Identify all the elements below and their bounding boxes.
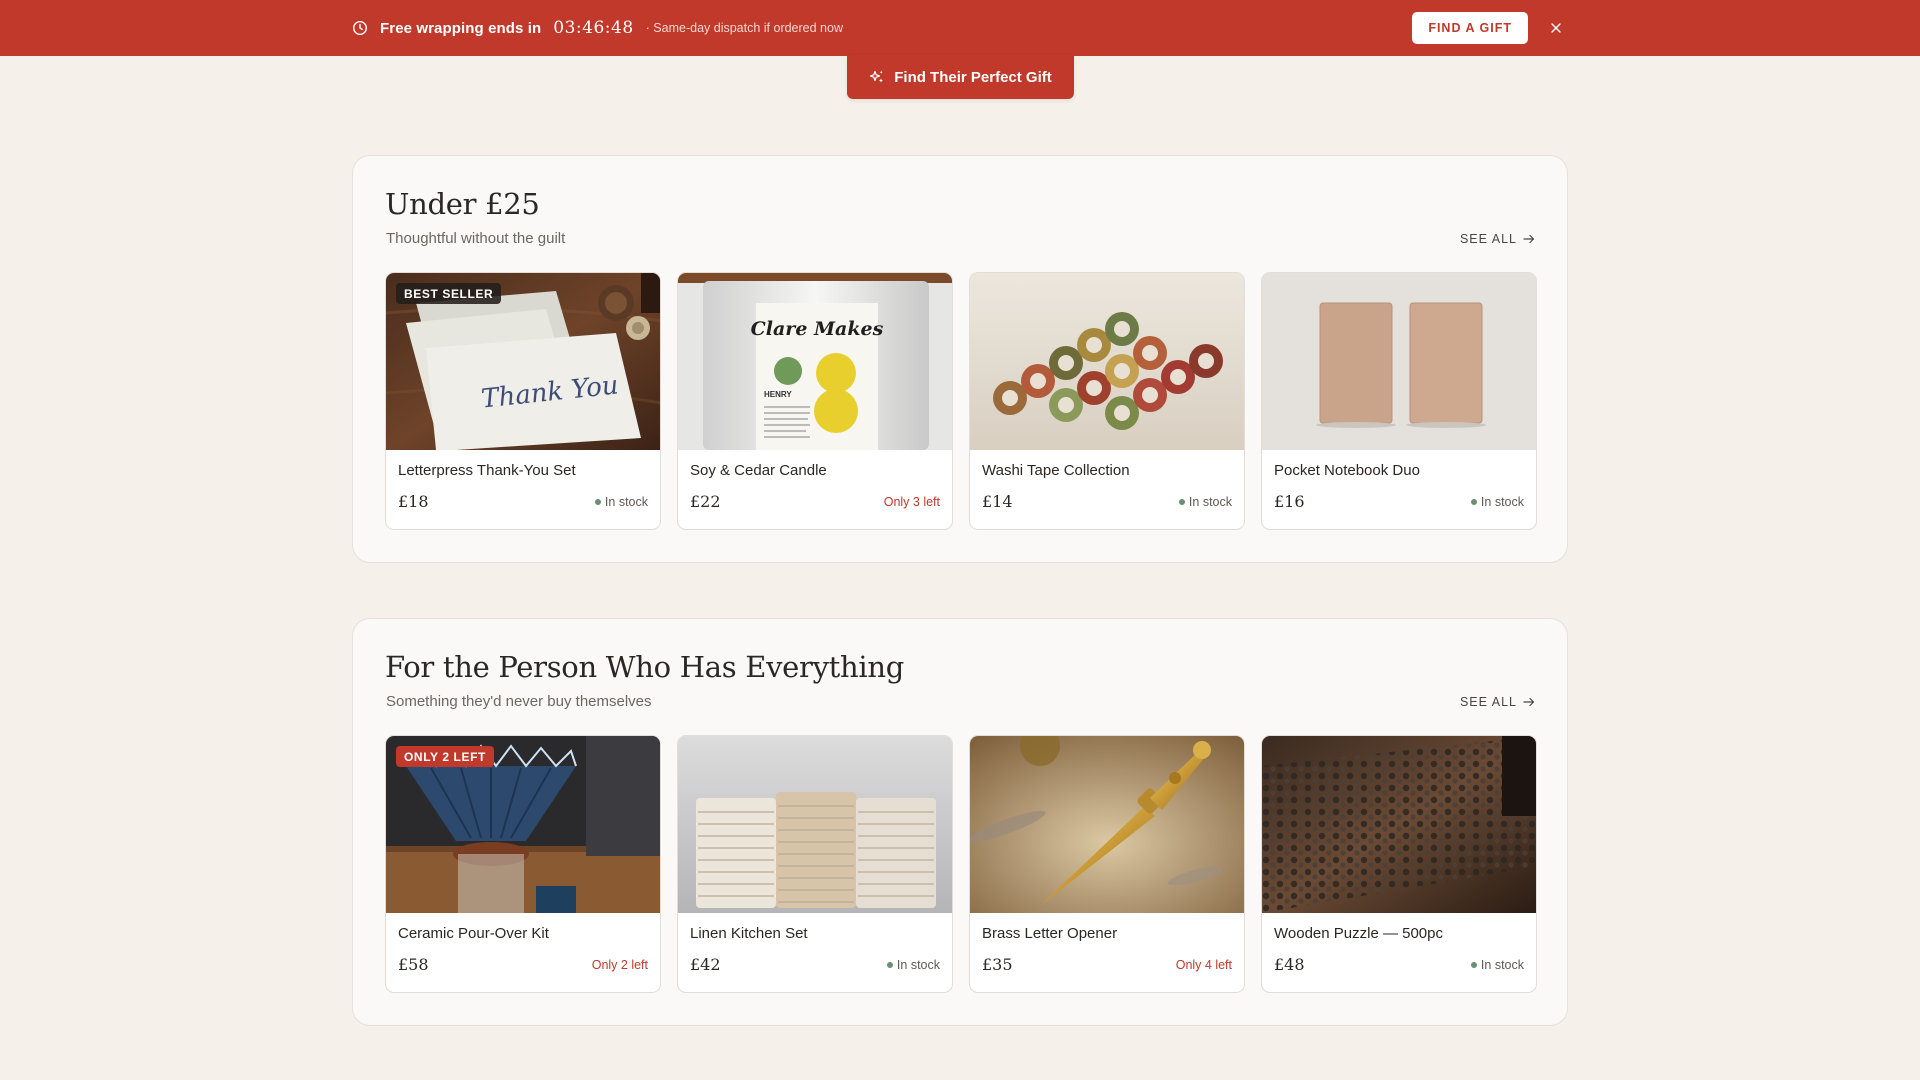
in-stock-dot-icon xyxy=(1470,499,1477,505)
promo-subtext: Same-day dispatch if ordered now xyxy=(646,21,843,35)
see-all-label: SEE ALL xyxy=(1459,695,1517,709)
stock-status: In stock xyxy=(886,958,940,972)
best-seller-badge: BEST SELLER xyxy=(396,283,502,304)
in-stock-dot-icon xyxy=(594,499,601,505)
in-stock-dot-icon xyxy=(1178,499,1185,505)
find-a-gift-button[interactable]: FIND A GIFT xyxy=(1412,12,1528,44)
section-subtitle: Something they'd never buy themselves xyxy=(386,693,652,710)
see-all-label: SEE ALL xyxy=(1459,232,1517,246)
product-name: Linen Kitchen Set xyxy=(690,925,808,942)
product-name: Ceramic Pour-Over Kit xyxy=(398,925,549,942)
stock-status: Only 2 left xyxy=(592,958,648,972)
in-stock-dot-icon xyxy=(1470,962,1477,968)
product-card[interactable]: Thank You BEST SELLER Letterpress Thank-… xyxy=(385,272,661,530)
product-grid: ONLY 2 LEFT Ceramic Pour-Over Kit £58 On… xyxy=(385,735,1537,993)
product-price: £14 xyxy=(982,492,1013,511)
promo-bar: Free wrapping ends in 03:46:48 Same-day … xyxy=(0,0,1920,56)
see-all-link[interactable]: SEE ALL xyxy=(1460,232,1535,246)
low-stock-badge: ONLY 2 LEFT xyxy=(396,746,494,767)
countdown-timer: 03:46:48 xyxy=(553,18,634,38)
product-card[interactable]: ONLY 2 LEFT Ceramic Pour-Over Kit £58 On… xyxy=(385,735,661,993)
product-image-linen xyxy=(678,736,952,913)
promo-bar-content: Free wrapping ends in 03:46:48 Same-day … xyxy=(352,0,1568,56)
stock-status: Only 4 left xyxy=(1176,958,1232,972)
in-stock-dot-icon xyxy=(886,962,893,968)
product-grid: Thank You BEST SELLER Letterpress Thank-… xyxy=(385,272,1537,530)
product-image-puzzle xyxy=(1262,736,1536,913)
product-price: £16 xyxy=(1274,492,1305,511)
stock-status: In stock xyxy=(1178,495,1232,509)
product-name: Soy & Cedar Candle xyxy=(690,462,827,479)
find-perfect-gift-button[interactable]: Find Their Perfect Gift xyxy=(847,55,1074,99)
product-image-notebooks xyxy=(1262,273,1536,450)
product-name: Letterpress Thank-You Set xyxy=(398,462,576,479)
section-subtitle: Thoughtful without the guilt xyxy=(386,230,566,247)
stock-status: In stock xyxy=(1470,958,1524,972)
product-price: £42 xyxy=(690,955,721,974)
section-person-who-has-everything: For the Person Who Has Everything Someth… xyxy=(352,618,1568,1026)
stock-status: Only 3 left xyxy=(884,495,940,509)
product-price: £48 xyxy=(1274,955,1305,974)
product-name: Wooden Puzzle — 500pc xyxy=(1274,925,1443,942)
product-name: Pocket Notebook Duo xyxy=(1274,462,1420,479)
product-card[interactable]: Clare Makes HENRY Soy & Cedar Candle £22… xyxy=(677,272,953,530)
cta-label: Find Their Perfect Gift xyxy=(894,68,1052,86)
product-card[interactable]: Linen Kitchen Set £42 In stock xyxy=(677,735,953,993)
product-image-candle: Clare Makes HENRY xyxy=(678,273,952,450)
stock-status: In stock xyxy=(594,495,648,509)
product-image-letter-opener xyxy=(970,736,1244,913)
product-name: Brass Letter Opener xyxy=(982,925,1118,942)
section-title: Under £25 xyxy=(385,187,540,221)
section-title: For the Person Who Has Everything xyxy=(385,650,905,684)
stock-label: Only 3 left xyxy=(883,495,940,509)
product-card[interactable]: Washi Tape Collection £14 In stock xyxy=(969,272,1245,530)
product-card[interactable]: Brass Letter Opener £35 Only 4 left xyxy=(969,735,1245,993)
stock-label: Only 4 left xyxy=(1175,958,1232,972)
product-name: Washi Tape Collection xyxy=(982,462,1130,479)
clock-icon xyxy=(352,20,368,36)
stock-label: In stock xyxy=(604,495,648,509)
product-price: £58 xyxy=(398,955,429,974)
stock-status: In stock xyxy=(1470,495,1524,509)
candle-brand-text: Clare Makes xyxy=(751,318,884,340)
product-card[interactable]: Pocket Notebook Duo £16 In stock xyxy=(1261,272,1537,530)
see-all-link[interactable]: SEE ALL xyxy=(1460,695,1535,709)
section-under-25: Under £25 Thoughtful without the guilt S… xyxy=(352,155,1568,563)
promo-text: Free wrapping ends in xyxy=(380,19,542,37)
sparkle-icon xyxy=(869,69,885,85)
stock-label: In stock xyxy=(1188,495,1232,509)
stock-label: Only 2 left xyxy=(591,958,648,972)
close-icon[interactable] xyxy=(1544,16,1568,40)
arrow-right-icon xyxy=(1523,697,1535,707)
candle-variant-text: HENRY xyxy=(764,390,792,399)
product-card[interactable]: Wooden Puzzle — 500pc £48 In stock xyxy=(1261,735,1537,993)
stock-label: In stock xyxy=(1480,958,1524,972)
arrow-right-icon xyxy=(1523,234,1535,244)
stock-label: In stock xyxy=(1480,495,1524,509)
product-price: £35 xyxy=(982,955,1013,974)
promo-actions: FIND A GIFT xyxy=(1412,12,1568,44)
product-image-thank-you-cards: Thank You BEST SELLER xyxy=(386,273,660,450)
product-price: £18 xyxy=(398,492,429,511)
product-image-pour-over: ONLY 2 LEFT xyxy=(386,736,660,913)
product-price: £22 xyxy=(690,492,721,511)
stock-label: In stock xyxy=(896,958,940,972)
product-image-washi-tape xyxy=(970,273,1244,450)
